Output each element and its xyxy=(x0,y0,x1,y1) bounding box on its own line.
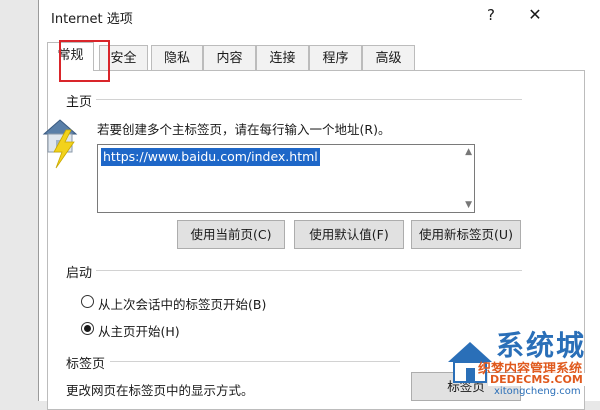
homepage-group-label: 主页 xyxy=(66,95,93,110)
startup-last-session-radio[interactable] xyxy=(81,295,94,308)
window-title: Internet 选项 xyxy=(51,12,133,27)
xitongcheng-watermark: 系统城 织梦内容管理系统 DEDECMS.COM xitongcheng.com xyxy=(440,322,600,401)
scroll-down-arrow-icon[interactable]: ▼ xyxy=(465,200,472,210)
tabs-group-divider xyxy=(110,361,400,362)
startup-group-label: 启动 xyxy=(66,266,93,281)
watermark-url: xitongcheng.com xyxy=(494,386,581,397)
startup-homepage-label: 从主页开始(H) xyxy=(98,324,180,339)
house-with-lightning-icon xyxy=(42,119,78,169)
homepage-group-divider xyxy=(96,99,522,100)
homepage-url-value: https://www.baidu.com/index.html xyxy=(101,148,320,166)
use-default-button[interactable]: 使用默认值(F) xyxy=(294,220,404,249)
security-tab-highlight-box xyxy=(59,40,110,82)
help-button[interactable]: ? xyxy=(481,6,501,24)
homepage-description: 若要创建多个主标签页，请在每行输入一个地址(R)。 xyxy=(97,122,391,137)
homepage-url-textarea[interactable]: https://www.baidu.com/index.html ▲ ▼ xyxy=(97,144,475,213)
tab-content[interactable]: 内容 xyxy=(203,45,256,70)
startup-last-session-label: 从上次会话中的标签页开始(B) xyxy=(98,297,267,312)
close-button[interactable]: ✕ xyxy=(523,5,547,24)
tab-advanced[interactable]: 高级 xyxy=(362,45,415,70)
startup-group-divider xyxy=(96,270,522,271)
tab-programs[interactable]: 程序 xyxy=(309,45,362,70)
startup-homepage-radio[interactable] xyxy=(81,322,94,335)
watermark-subtitle-2: DEDECMS.COM xyxy=(488,373,585,386)
tab-connections[interactable]: 连接 xyxy=(256,45,309,70)
tabs-description: 更改网页在标签页中的显示方式。 xyxy=(66,383,254,398)
tab-privacy[interactable]: 隐私 xyxy=(151,45,203,70)
scroll-up-arrow-icon[interactable]: ▲ xyxy=(465,147,472,157)
tabs-group-label: 标签页 xyxy=(66,357,106,372)
use-new-tab-button[interactable]: 使用新标签页(U) xyxy=(411,220,521,249)
use-current-button[interactable]: 使用当前页(C) xyxy=(177,220,285,249)
